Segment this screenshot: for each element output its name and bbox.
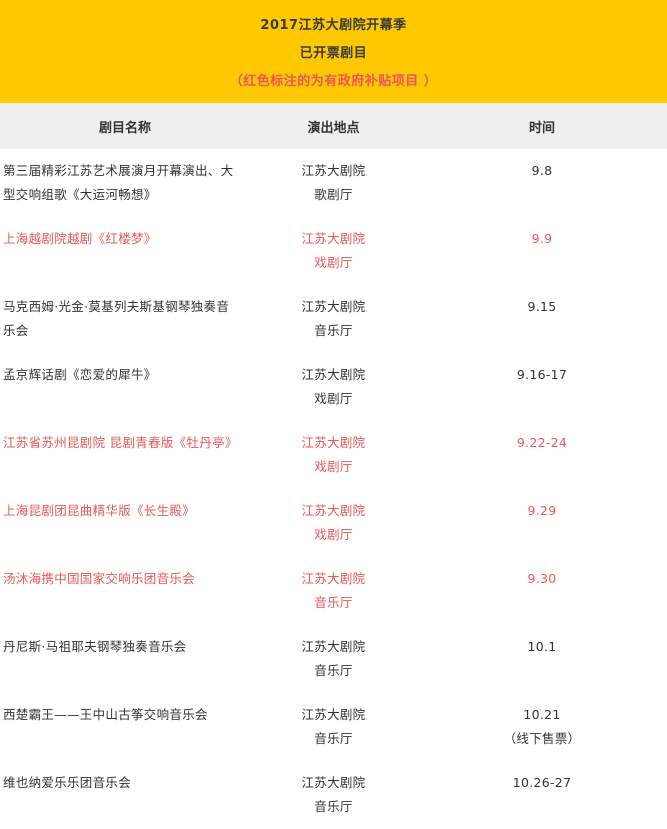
date-text: 9.29 [527, 503, 557, 518]
show-date: 9.30 [417, 567, 667, 625]
page-title: 2017江苏大剧院开幕季 [260, 18, 407, 33]
show-title: 丹尼斯·马祖耶夫钢琴独奏音乐会 [3, 639, 187, 654]
show-venue: 江苏大剧院 戏剧厅 [250, 363, 417, 421]
venue-name: 江苏大剧院 [301, 367, 366, 382]
venue-hall: 音乐厅 [314, 323, 353, 338]
show-venue: 江苏大剧院 戏剧厅 [250, 227, 417, 285]
venue-name: 江苏大剧院 [301, 503, 366, 518]
venue-name: 江苏大剧院 [301, 775, 366, 790]
venue-hall: 音乐厅 [314, 595, 353, 610]
table-row: 第三届精彩江苏艺术展演月开幕演出、大型交响组歌《大运河畅想》 江苏大剧院 歌剧厅 9.… [0, 149, 667, 217]
venue-hall: 戏剧厅 [314, 459, 353, 474]
table-row: 汤沐海携中国国家交响乐团音乐会 江苏大剧院音乐厅 9.30 [0, 557, 667, 625]
date-text: 9.9 [531, 231, 553, 246]
date-text: 9.22-24 [516, 435, 568, 450]
show-date: 9.29 [417, 499, 667, 557]
show-title: 第三届精彩江苏艺术展演月开幕演出、大型交响组歌《大运河畅想》 [3, 163, 234, 202]
column-header-venue: 演出地点 [307, 120, 360, 136]
show-venue: 江苏大剧院 歌剧厅 [250, 159, 417, 217]
table-row: 马克西姆·光金·莫基列夫斯基钢琴独奏音乐会 江苏大剧院 音乐厅 9.15 [0, 285, 667, 353]
show-venue: 江苏大剧院 戏剧厅 [250, 431, 417, 489]
venue-name: 江苏大剧院 [301, 231, 366, 246]
venue-name: 江苏大剧院 [301, 435, 366, 450]
date-text: 9.30 [527, 571, 557, 586]
table-row: 上海越剧院越剧《红楼梦》 江苏大剧院戏剧厅 9.9 [0, 217, 667, 285]
venue-hall: 歌剧厅 [314, 187, 353, 202]
date-text: 10.21 [523, 707, 561, 722]
show-title: 西楚霸王——王中山古筝交响音乐会 [3, 707, 208, 722]
date-text: 10.26-27 [512, 775, 572, 790]
venue-hall: 音乐厅 [314, 663, 353, 678]
table-row: 江苏省苏州昆剧院 昆剧青春版《牡丹亭》 江苏大剧院 戏剧厅 9.22-24 [0, 421, 667, 489]
show-date: 10.26-27 [417, 771, 667, 829]
venue-name: 江苏大剧院 [301, 571, 366, 586]
show-title: 上海越剧院越剧《红楼梦》 [3, 231, 157, 246]
show-date: 9.22-24 [417, 431, 667, 489]
table-row: 上海昆剧团昆曲精华版《长生殿》 江苏大剧院戏剧厅 9.29 [0, 489, 667, 557]
page-subtitle: 已开票剧目 [299, 46, 368, 61]
table-row: 丹尼斯·马祖耶夫钢琴独奏音乐会 江苏大剧院音乐厅 10.1 [0, 625, 667, 693]
date-text: 10.1 [527, 639, 557, 654]
show-date: 10.1 [417, 635, 667, 693]
venue-name: 江苏大剧院 [301, 163, 366, 178]
show-title: 汤沐海携中国国家交响乐团音乐会 [3, 571, 196, 586]
show-venue: 江苏大剧院 音乐厅 [250, 771, 417, 829]
venue-name: 江苏大剧院 [301, 639, 366, 654]
show-date: 9.8 [417, 159, 667, 217]
venue-hall: 戏剧厅 [314, 391, 353, 406]
show-title: 江苏省苏州昆剧院 昆剧青春版《牡丹亭》 [3, 435, 238, 450]
show-date: 9.9 [417, 227, 667, 285]
venue-hall: 戏剧厅 [314, 255, 353, 270]
venue-hall: 戏剧厅 [314, 527, 353, 542]
date-text: 9.8 [531, 163, 553, 178]
show-title: 上海昆剧团昆曲精华版《长生殿》 [3, 503, 196, 518]
show-venue: 江苏大剧院 音乐厅 [250, 703, 417, 761]
show-date: 9.16-17 [417, 363, 667, 421]
table-header: 剧目名称 演出地点 时间 [0, 103, 667, 149]
table-row: 西楚霸王——王中山古筝交响音乐会 江苏大剧院音乐厅 10.21 （线下售票） [0, 693, 667, 761]
column-header-title: 剧目名称 [98, 120, 151, 136]
show-title: 孟京辉话剧《恋爱的犀牛》 [3, 367, 157, 382]
sale-note: （线下售票） [503, 731, 581, 746]
show-date: 10.21 （线下售票） [417, 703, 667, 761]
venue-name: 江苏大剧院 [301, 707, 366, 722]
subsidy-note: （红色标注的为有政府补贴项目 ） [229, 74, 438, 89]
show-venue: 江苏大剧院 音乐厅 [250, 635, 417, 693]
column-header-date: 时间 [528, 120, 555, 136]
date-text: 9.15 [527, 299, 557, 314]
table-body: 第三届精彩江苏艺术展演月开幕演出、大型交响组歌《大运河畅想》 江苏大剧院 歌剧厅 9.… [0, 149, 667, 829]
show-date: 9.15 [417, 295, 667, 353]
table-row: 孟京辉话剧《恋爱的犀牛》 江苏大剧院戏剧厅 9.16-17 [0, 353, 667, 421]
show-title: 维也纳爱乐乐团音乐会 [3, 775, 132, 790]
venue-hall: 音乐厅 [314, 731, 353, 746]
venue-name: 江苏大剧院 [301, 299, 366, 314]
table-row: 维也纳爱乐乐团音乐会 江苏大剧院音乐厅 10.26-27 [0, 761, 667, 829]
header-banner: 2017江苏大剧院开幕季 已开票剧目 （红色标注的为有政府补贴项目 ） [0, 0, 667, 103]
show-title: 马克西姆·光金·莫基列夫斯基钢琴独奏音乐会 [3, 299, 230, 338]
show-venue: 江苏大剧院 音乐厅 [250, 567, 417, 625]
venue-hall: 音乐厅 [314, 799, 353, 814]
date-text: 9.16-17 [516, 367, 568, 382]
show-venue: 江苏大剧院 音乐厅 [250, 295, 417, 353]
show-venue: 江苏大剧院 戏剧厅 [250, 499, 417, 557]
